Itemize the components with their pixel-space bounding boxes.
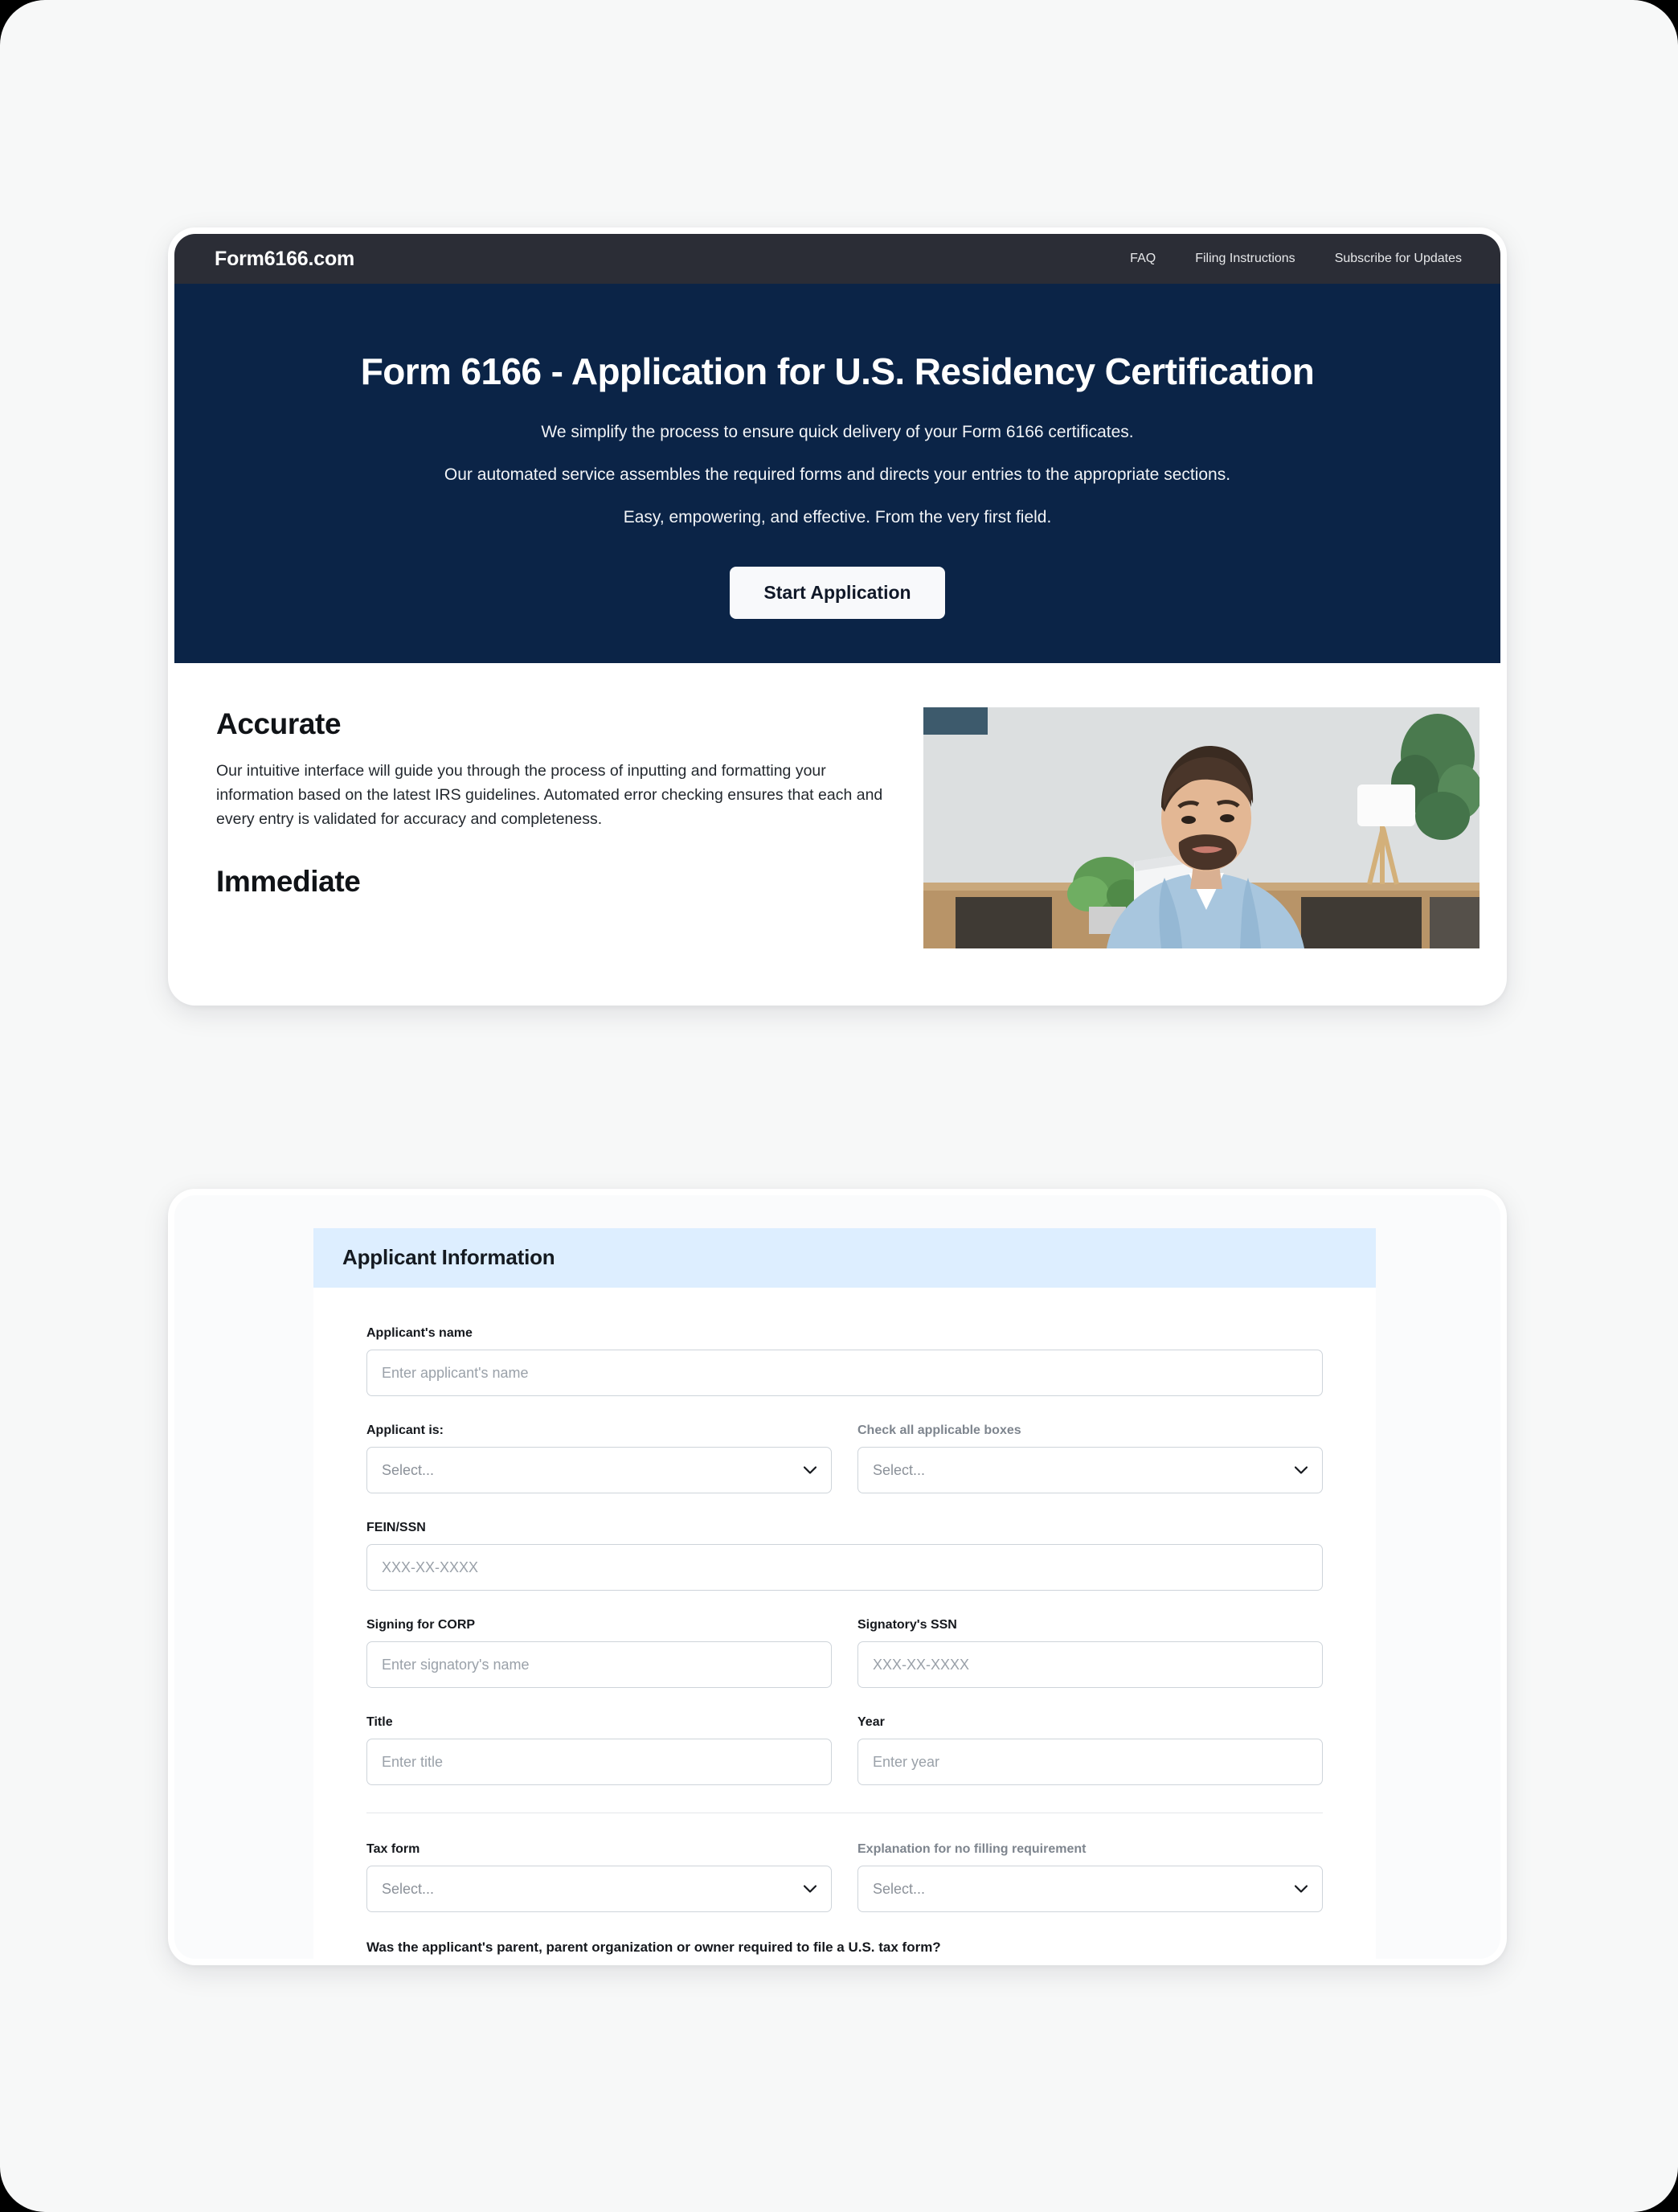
- form-section-title: Applicant Information: [342, 1245, 555, 1269]
- field-signing-for-corp: Signing for CORP: [366, 1618, 832, 1688]
- applicant-name-input[interactable]: [366, 1350, 1323, 1396]
- field-title-label: Title: [366, 1715, 393, 1729]
- field-applicant-is-label: Applicant is:: [366, 1423, 444, 1437]
- field-applicant-name-label: Applicant's name: [366, 1326, 473, 1340]
- field-year-label: Year: [857, 1715, 885, 1729]
- field-title: Title: [366, 1715, 832, 1785]
- top-navbar: Form6166.com FAQ Filing Instructions Sub…: [174, 234, 1500, 284]
- form-body: Applicant's name Applicant is: Select...: [313, 1288, 1376, 1956]
- field-applicant-name: Applicant's name: [366, 1326, 1323, 1396]
- field-check-all-applicable-boxes: Check all applicable boxes Select...: [857, 1423, 1323, 1493]
- applicant-is-select[interactable]: Select...: [366, 1447, 832, 1493]
- feature-immediate-heading: Immediate: [216, 865, 361, 899]
- row-applicant-is: Applicant is: Select... Check all applic…: [366, 1423, 1323, 1493]
- signing-for-corp-input[interactable]: [366, 1641, 832, 1688]
- field-tax-form-label: Tax form: [366, 1842, 420, 1856]
- check-boxes-select[interactable]: Select...: [857, 1447, 1323, 1493]
- explanation-select-wrap: Select...: [857, 1866, 1323, 1912]
- marketing-card: Form6166.com FAQ Filing Instructions Sub…: [168, 227, 1507, 1006]
- field-check-boxes-label: Check all applicable boxes: [857, 1423, 1021, 1437]
- field-applicant-is: Applicant is: Select...: [366, 1423, 832, 1493]
- hero-subtitle-3: Easy, empowering, and effective. From th…: [623, 508, 1052, 527]
- feature-accurate-heading: Accurate: [216, 707, 342, 740]
- application-form-card: Applicant Information Applicant's name A…: [168, 1189, 1507, 1965]
- field-signing-for-corp-label: Signing for CORP: [366, 1618, 476, 1632]
- hero-subtitle-1: We simplify the process to ensure quick …: [541, 422, 1134, 441]
- nav-link-filing-instructions[interactable]: Filing Instructions: [1195, 252, 1295, 266]
- hero-section: Form 6166 - Application for U.S. Residen…: [174, 284, 1500, 663]
- application-form-card-inner: Applicant Information Applicant's name A…: [174, 1195, 1500, 1959]
- fein-ssn-input[interactable]: [366, 1544, 1323, 1591]
- field-year: Year: [857, 1715, 1323, 1785]
- page-frame: Form6166.com FAQ Filing Instructions Sub…: [0, 0, 1678, 2212]
- site-logo[interactable]: Form6166.com: [215, 248, 354, 271]
- office-photo: [923, 707, 1480, 948]
- applicant-is-select-wrap: Select...: [366, 1447, 832, 1493]
- tax-form-select-wrap: Select...: [366, 1866, 832, 1912]
- row-signatory: Signing for CORP Signatory's SSN: [366, 1618, 1323, 1688]
- features-section: Accurate Our intuitive interface will gu…: [174, 663, 1500, 948]
- field-signatory-ssn-label: Signatory's SSN: [857, 1618, 957, 1632]
- row-title-year: Title Year: [366, 1715, 1323, 1785]
- feature-image-column: [923, 707, 1480, 948]
- form-panel: Applicant Information Applicant's name A…: [313, 1228, 1376, 1959]
- signatory-ssn-input[interactable]: [857, 1641, 1323, 1688]
- nav-link-faq[interactable]: FAQ: [1130, 252, 1156, 266]
- explanation-select[interactable]: Select...: [857, 1866, 1323, 1912]
- start-application-button[interactable]: Start Application: [730, 567, 945, 620]
- title-input[interactable]: [366, 1739, 832, 1785]
- nav-link-subscribe-for-updates[interactable]: Subscribe for Updates: [1335, 252, 1462, 266]
- field-fein-ssn: FEIN/SSN: [366, 1521, 1323, 1591]
- feature-accurate-body: Our intuitive interface will guide you t…: [216, 762, 883, 828]
- feature-accurate: Accurate Our intuitive interface will gu…: [216, 707, 891, 899]
- year-input[interactable]: [857, 1739, 1323, 1785]
- row-tax-form: Tax form Select... Explanation for no fi…: [366, 1842, 1323, 1912]
- field-fein-ssn-label: FEIN/SSN: [366, 1521, 426, 1534]
- hero-subtitle-2: Our automated service assembles the requ…: [444, 465, 1231, 484]
- hero-title: Form 6166 - Application for U.S. Residen…: [360, 350, 1315, 392]
- nav-links: FAQ Filing Instructions Subscribe for Up…: [1130, 252, 1462, 266]
- tax-form-select[interactable]: Select...: [366, 1866, 832, 1912]
- check-boxes-select-wrap: Select...: [857, 1447, 1323, 1493]
- form-section-header: Applicant Information: [313, 1228, 1376, 1288]
- field-tax-form: Tax form Select...: [366, 1842, 832, 1912]
- field-signatory-ssn: Signatory's SSN: [857, 1618, 1323, 1688]
- marketing-card-inner: Form6166.com FAQ Filing Instructions Sub…: [174, 234, 1500, 999]
- field-explanation-no-filing: Explanation for no filling requirement S…: [857, 1842, 1323, 1912]
- field-explanation-label: Explanation for no filling requirement: [857, 1842, 1087, 1856]
- parent-tax-form-question: Was the applicant's parent, parent organ…: [366, 1940, 941, 1955]
